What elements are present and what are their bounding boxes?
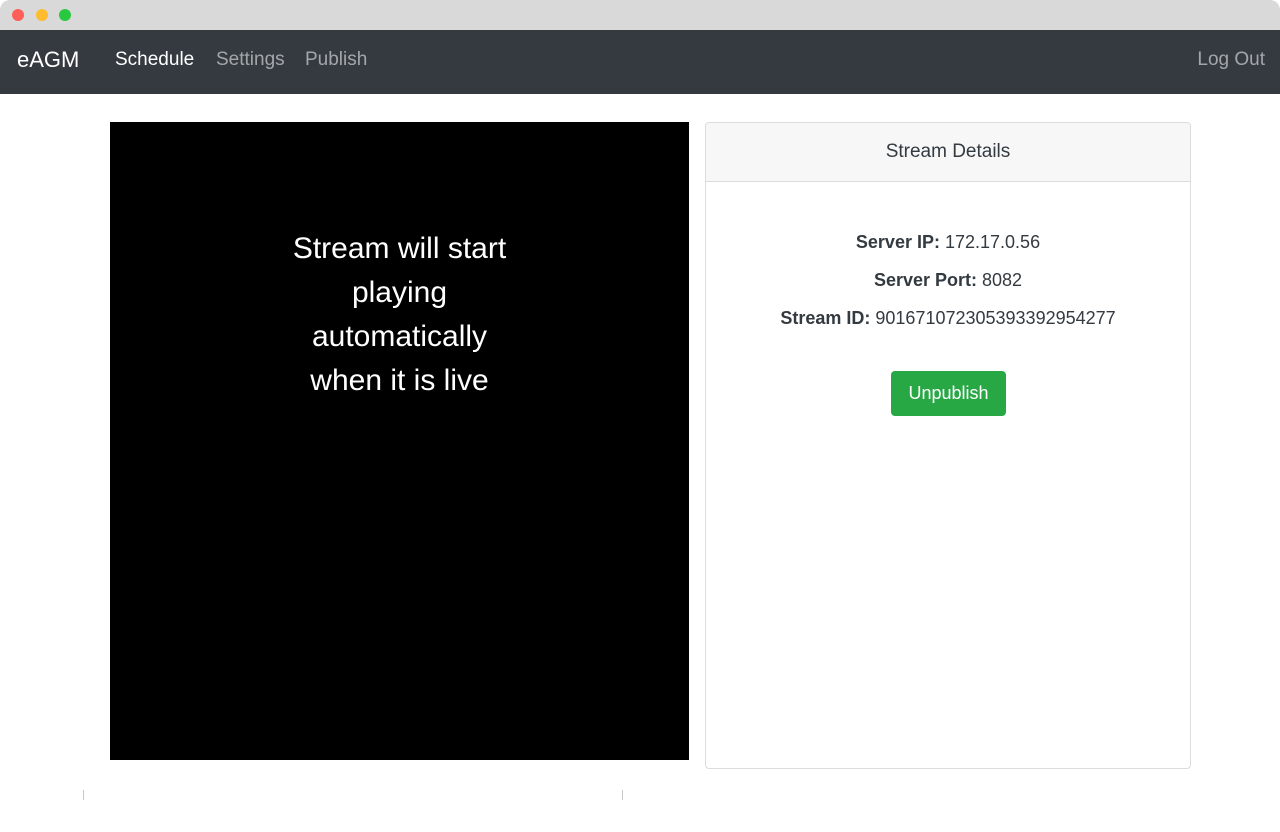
maximize-window-button[interactable]: [59, 9, 71, 21]
message-line: automatically: [311, 320, 488, 353]
server-ip-row: Server IP: 172.17.0.56: [706, 230, 1190, 268]
server-port-label: Server Port:: [873, 270, 977, 290]
server-ip-value: 172.17.0.56: [944, 232, 1041, 252]
message-line: playing: [351, 276, 448, 309]
video-player[interactable]: Stream will start playing automatically …: [110, 122, 689, 760]
nav-publish[interactable]: Publish: [305, 49, 367, 71]
stream-id-row: Stream ID: 901671072305393392954277: [706, 306, 1190, 344]
stream-id-value: 901671072305393392954277: [875, 308, 1116, 328]
brand-link[interactable]: eAGM: [17, 47, 79, 73]
message-line: when it is live: [310, 364, 489, 397]
stream-waiting-message: Stream will start playing automatically …: [110, 227, 689, 403]
stream-details-card: Stream Details Server IP: 172.17.0.56 Se…: [705, 122, 1191, 769]
top-navbar: eAGM Schedule Settings Publish Log Out: [0, 30, 1280, 94]
stream-details-list: Server IP: 172.17.0.56 Server Port: 8082…: [706, 230, 1190, 344]
unpublish-button[interactable]: Unpublish: [891, 371, 1006, 416]
window-titlebar: [0, 0, 1280, 30]
minimize-window-button[interactable]: [36, 9, 48, 21]
divider: [83, 790, 84, 800]
message-line: Stream will start: [292, 232, 507, 265]
logout-link[interactable]: Log Out: [1197, 49, 1265, 71]
server-port-row: Server Port: 8082: [706, 268, 1190, 306]
server-ip-label: Server IP:: [855, 232, 940, 252]
nav-settings[interactable]: Settings: [216, 49, 285, 71]
close-window-button[interactable]: [12, 9, 24, 21]
server-port-value: 8082: [982, 270, 1023, 290]
stream-id-label: Stream ID:: [780, 308, 871, 328]
nav-schedule[interactable]: Schedule: [115, 49, 194, 71]
card-header: Stream Details: [706, 123, 1190, 182]
divider: [622, 790, 623, 800]
